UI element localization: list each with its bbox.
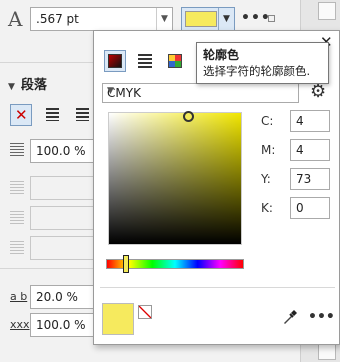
hue-slider-thumb[interactable] — [123, 255, 129, 273]
align-center-button[interactable] — [72, 104, 94, 126]
color-palette-icon — [168, 54, 182, 68]
outline-font-icon: A — [8, 7, 23, 31]
word-spacing-field[interactable]: 100.0 % — [30, 313, 100, 337]
color-viewer-mode-button[interactable] — [104, 50, 126, 72]
chevron-down-icon[interactable]: ▼ — [218, 8, 234, 30]
black-label: K: — [261, 201, 273, 215]
tooltip: 轮廓色 选择字符的轮廓颜色. — [196, 42, 329, 84]
expand-icon[interactable] — [268, 15, 275, 22]
yellow-input[interactable]: 73 — [290, 168, 330, 190]
chevron-down-icon[interactable]: ▼ — [156, 8, 172, 30]
space-before-icon — [10, 241, 24, 255]
align-left-icon — [46, 108, 59, 121]
outline-color-button[interactable]: ▼ — [181, 7, 235, 31]
right-indent-field[interactable] — [30, 206, 100, 230]
outline-color-swatch — [185, 11, 217, 27]
color-viewer-icon — [108, 54, 122, 68]
color-model-select[interactable]: CMYK ▼ — [102, 83, 299, 103]
paragraph-section-header[interactable]: ▼ 段落 — [8, 74, 47, 93]
more-icon[interactable]: ••• — [308, 309, 335, 325]
word-spacing-icon: xxx — [10, 318, 30, 331]
cyan-input[interactable]: 4 — [290, 110, 330, 132]
outline-width-value: .567 pt — [36, 12, 79, 26]
more-icon[interactable]: ••• — [241, 10, 271, 26]
align-none-button[interactable]: ✕ — [10, 104, 32, 126]
first-line-indent-icon — [10, 143, 24, 157]
left-indent-field[interactable] — [30, 176, 100, 200]
paragraph-title: 段落 — [20, 78, 47, 93]
current-color-swatch — [102, 303, 134, 335]
eyedropper-icon[interactable] — [281, 308, 299, 326]
tooltip-description: 选择字符的轮廓颜色. — [203, 64, 311, 78]
color-sliders-icon — [138, 54, 152, 68]
cyan-label: C: — [261, 114, 274, 128]
no-color-icon[interactable] — [138, 305, 152, 319]
black-input[interactable]: 0 — [290, 197, 330, 219]
left-indent-icon — [10, 181, 24, 195]
char-spacing-field[interactable]: 20.0 % — [30, 285, 100, 309]
align-center-icon — [76, 108, 89, 121]
color-picker-handle[interactable] — [183, 111, 194, 122]
color-palette-mode-button[interactable] — [164, 50, 186, 72]
magenta-input[interactable]: 4 — [290, 139, 330, 161]
right-indent-icon — [10, 211, 24, 225]
chevron-down-icon: ▼ — [107, 86, 114, 96]
docker-scroll-button[interactable] — [318, 2, 336, 20]
divider — [100, 287, 335, 288]
tooltip-title: 轮廓色 — [203, 48, 240, 62]
space-before-field[interactable] — [30, 236, 100, 260]
outline-width-select[interactable]: .567 pt ▼ — [30, 7, 173, 31]
align-left-button[interactable] — [42, 104, 64, 126]
gear-icon[interactable]: ⚙ — [310, 81, 326, 102]
color-sliders-mode-button[interactable] — [134, 50, 156, 72]
color-spectrum-area[interactable] — [108, 112, 242, 245]
chevron-down-icon: ▼ — [8, 82, 15, 92]
first-line-indent-field[interactable]: 100.0 % — [30, 139, 100, 163]
no-align-icon: ✕ — [15, 106, 28, 124]
char-spacing-icon: a b — [10, 290, 28, 303]
magenta-label: M: — [261, 143, 276, 157]
yellow-label: Y: — [261, 172, 271, 186]
